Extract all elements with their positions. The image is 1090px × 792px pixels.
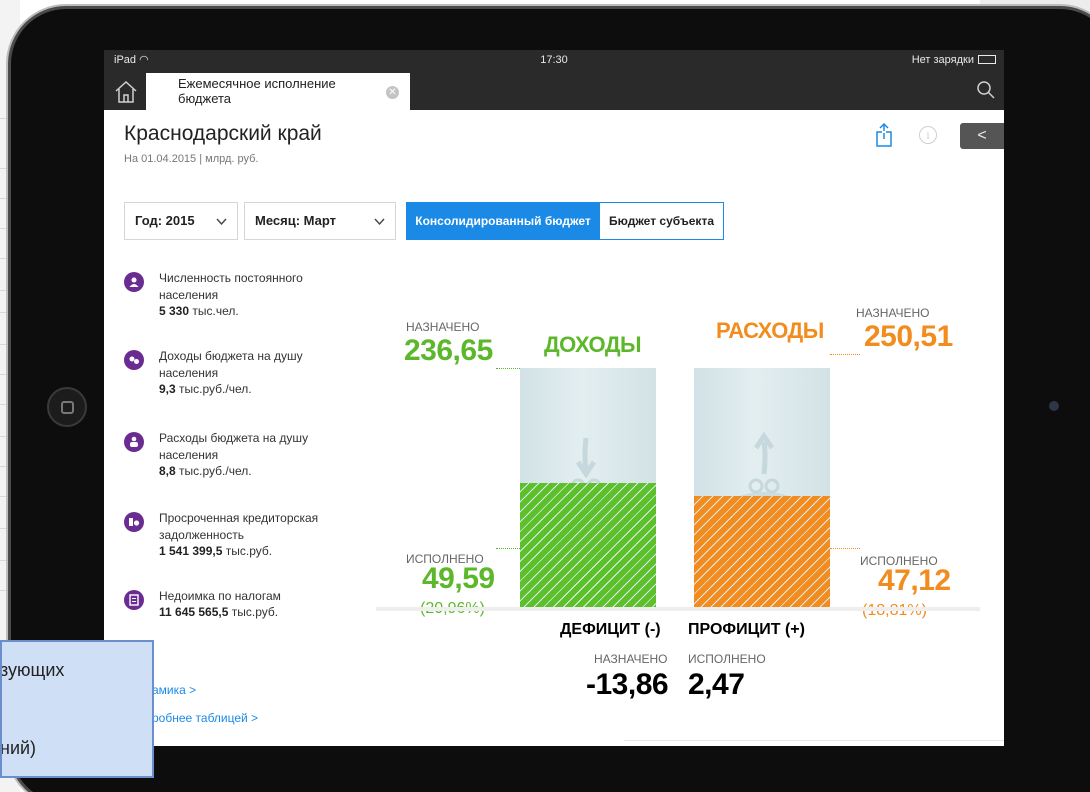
share-icon[interactable] bbox=[874, 122, 894, 148]
metric-label-line: населения bbox=[159, 448, 219, 462]
caption-line2: ний) bbox=[0, 738, 37, 758]
tab-monthly-budget[interactable]: Ежемесячное исполнение бюджета ✕ bbox=[146, 73, 410, 110]
income-executed-fill bbox=[520, 483, 656, 608]
metric-value: 8,8 тыс.руб./чел. bbox=[159, 464, 252, 478]
deficit-title: ДЕФИЦИТ (-) bbox=[560, 621, 661, 638]
metric-value: 11 645 565,5 тыс.руб. bbox=[159, 605, 279, 619]
deficit-value: -13,86 bbox=[586, 668, 669, 701]
clock: 17:30 bbox=[540, 54, 568, 66]
metric-label: Расходы бюджета на душу населения bbox=[159, 430, 359, 464]
expenses-planned-value: 250,51 bbox=[864, 320, 953, 353]
expenses-title: РАСХОДЫ bbox=[716, 318, 824, 343]
metric-value: 1 541 399,5 тыс.руб. bbox=[159, 544, 273, 558]
income-executed-value: 49,59 bbox=[422, 562, 495, 595]
app-screen: iPad ◠ 17:30 Нет зарядки Ежемесячное исп… bbox=[104, 50, 1004, 746]
chevron-down-icon bbox=[216, 218, 227, 226]
metric-label: Доходы бюджета на душу населения bbox=[159, 348, 359, 382]
income-executed-leader bbox=[496, 548, 520, 549]
caption-overlay: зующих ний) bbox=[0, 640, 154, 778]
battery-status: Нет зарядки bbox=[912, 50, 996, 70]
chart-baseline bbox=[376, 607, 980, 611]
chevron-down-icon bbox=[374, 218, 385, 226]
income-per-capita-icon bbox=[124, 350, 144, 370]
battery-icon bbox=[978, 55, 996, 64]
income-bar bbox=[520, 368, 656, 608]
close-icon[interactable]: ✕ bbox=[386, 86, 399, 99]
metric-value: 5 330 тыс.чел. bbox=[159, 304, 239, 318]
surplus-value: 2,47 bbox=[688, 668, 745, 701]
expenses-executed-value: 47,12 bbox=[878, 564, 951, 597]
income-title: ДОХОДЫ bbox=[544, 332, 642, 357]
income-planned-value: 236,65 bbox=[404, 334, 493, 367]
tab-title: Ежемесячное исполнение бюджета bbox=[178, 76, 378, 106]
info-icon[interactable]: i bbox=[919, 126, 937, 144]
expenses-executed-fill bbox=[694, 495, 830, 608]
tab-bar: Ежемесячное исполнение бюджета ✕ bbox=[104, 70, 1004, 110]
year-select-value: Год: 2015 bbox=[135, 213, 195, 228]
caption-line1: зующих bbox=[0, 660, 65, 680]
search-icon[interactable] bbox=[976, 80, 996, 100]
metric-label-line: Расходы бюджета на душу bbox=[159, 431, 309, 445]
tab-title-line1: Ежемесячное исполнение bbox=[178, 76, 336, 91]
income-planned-leader bbox=[496, 368, 520, 369]
page-subtitle: На 01.04.2015 | млрд. руб. bbox=[124, 153, 259, 165]
tab-consolidated-budget[interactable]: Консолидированный бюджет bbox=[406, 202, 600, 240]
camera-icon bbox=[1049, 401, 1059, 411]
surplus-title: ПРОФИЦИТ (+) bbox=[688, 621, 805, 638]
status-bar: iPad ◠ 17:30 Нет зарядки bbox=[104, 50, 1004, 70]
debt-icon bbox=[124, 512, 144, 532]
back-button[interactable]: < bbox=[960, 123, 1004, 149]
expenses-planned-leader bbox=[830, 354, 860, 355]
metric-label-line: Доходы бюджета на душу bbox=[159, 349, 303, 363]
metric-label-line: населения bbox=[159, 288, 219, 302]
page-title: Краснодарский край bbox=[124, 122, 322, 145]
metric-value: 9,3 тыс.руб./чел. bbox=[159, 382, 252, 396]
home-button[interactable] bbox=[47, 387, 87, 427]
tax-arrears-icon bbox=[124, 590, 144, 610]
divider bbox=[624, 740, 1004, 741]
metric-label-line: задолженность bbox=[159, 528, 244, 542]
table-details-link[interactable]: робнее таблицей > bbox=[152, 711, 258, 725]
expenses-executed-leader bbox=[830, 548, 860, 549]
expenses-per-capita-icon bbox=[124, 432, 144, 452]
expenses-bar bbox=[694, 368, 830, 608]
year-select[interactable]: Год: 2015 bbox=[124, 202, 238, 240]
income-planned-label: НАЗНАЧЕНО bbox=[406, 320, 480, 334]
month-select-value: Месяц: Март bbox=[255, 213, 336, 228]
surplus-label: ИСПОЛНЕНО bbox=[688, 652, 766, 666]
metric-label-line: Недоимка по налогам bbox=[159, 589, 281, 603]
tab-title-line2: бюджета bbox=[178, 91, 232, 106]
deficit-label: НАЗНАЧЕНО bbox=[594, 652, 668, 666]
month-select[interactable]: Месяц: Март bbox=[244, 202, 396, 240]
home-icon[interactable] bbox=[112, 78, 140, 106]
expenses-planned-label: НАЗНАЧЕНО bbox=[856, 306, 930, 320]
metric-label-line: Численность постоянного bbox=[159, 271, 303, 285]
metric-label-line: Просроченная кредиторская bbox=[159, 511, 319, 525]
population-icon bbox=[124, 272, 144, 292]
metric-label-line: населения bbox=[159, 366, 219, 380]
expenses-percent: (18,81%) bbox=[862, 602, 927, 620]
chevron-left-icon: < bbox=[977, 127, 987, 144]
metric-label: Просроченная кредиторская задолженность bbox=[159, 510, 359, 544]
metric-label: Численность постоянного населения bbox=[159, 270, 359, 304]
tab-subject-budget[interactable]: Бюджет субъекта bbox=[600, 202, 724, 240]
metric-label: Недоимка по налогам bbox=[159, 588, 359, 605]
dynamics-link[interactable]: амика > bbox=[152, 683, 196, 697]
